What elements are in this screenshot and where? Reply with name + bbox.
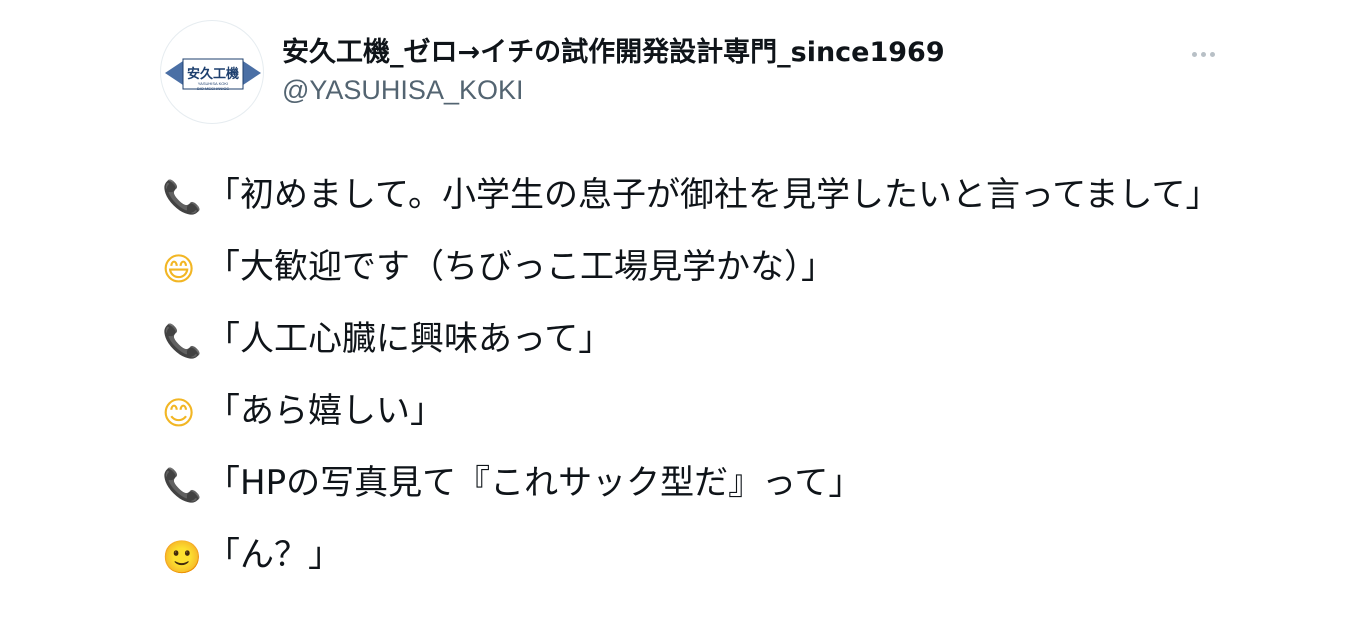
more-options-button[interactable] [1186, 40, 1220, 68]
tweet-line-text: 「人工心臓に興味あって」 [206, 319, 613, 359]
tweet-line: 😊 「あら嬉しい」 [162, 384, 1222, 440]
tweet-line-text: 「ん？」 [206, 535, 342, 575]
logo-sub-text-2: BIO MECHANICS [197, 86, 229, 91]
tweet-line: 📞 「人工心臓に興味あって」 [162, 312, 1222, 368]
author-info: 安久工機_ゼロ→イチの試作開発設計専門_since1969 @YASUHISA_… [282, 34, 945, 108]
tweet-line: 🙂 「ん？」 [162, 528, 1222, 584]
tweet-line: 📞 「HPの写真見て『これサック型だ』って」 [162, 456, 1222, 512]
avatar[interactable]: 安久工機 YASUHISA KOKI BIO MECHANICS [160, 20, 264, 124]
smiling-face-icon: 😊 [162, 394, 196, 432]
tweet-line-text: 「HPの写真見て『これサック型だ』って」 [206, 463, 863, 503]
telephone-receiver-icon: 📞 [162, 178, 202, 216]
telephone-receiver-icon: 📞 [162, 466, 202, 504]
tweet: 安久工機 YASUHISA KOKI BIO MECHANICS 安久工機_ゼロ… [0, 0, 1362, 640]
more-dot [1209, 51, 1215, 57]
tweet-line-text: 「初めまして。小学生の息子が御社を見学したいと言ってまして」 [206, 175, 1220, 215]
more-dot [1200, 51, 1206, 57]
tweet-line: 📞 「初めまして。小学生の息子が御社を見学したいと言ってまして」 [162, 168, 1222, 224]
company-logo-icon: 安久工機 YASUHISA KOKI BIO MECHANICS [165, 58, 261, 91]
grinning-face-icon: 😄 [162, 250, 196, 288]
display-name[interactable]: 安久工機_ゼロ→イチの試作開発設計専門_since1969 [282, 34, 945, 72]
tweet-line-text: 「あら嬉しい」 [206, 391, 444, 431]
slightly-smiling-face-icon: 🙂 [162, 538, 202, 576]
tweet-line-text: 「大歓迎です（ちびっこ工場見学かな）」 [206, 247, 835, 287]
telephone-receiver-icon: 📞 [162, 322, 202, 360]
tweet-line: 😄 「大歓迎です（ちびっこ工場見学かな）」 [162, 240, 1222, 296]
tweet-body: 📞 「初めまして。小学生の息子が御社を見学したいと言ってまして」 😄 「大歓迎です（… [162, 168, 1222, 600]
logo-main-text: 安久工機 [187, 66, 239, 82]
more-horizontal-icon [1191, 51, 1197, 57]
user-handle[interactable]: @YASUHISA_KOKI [282, 72, 945, 108]
